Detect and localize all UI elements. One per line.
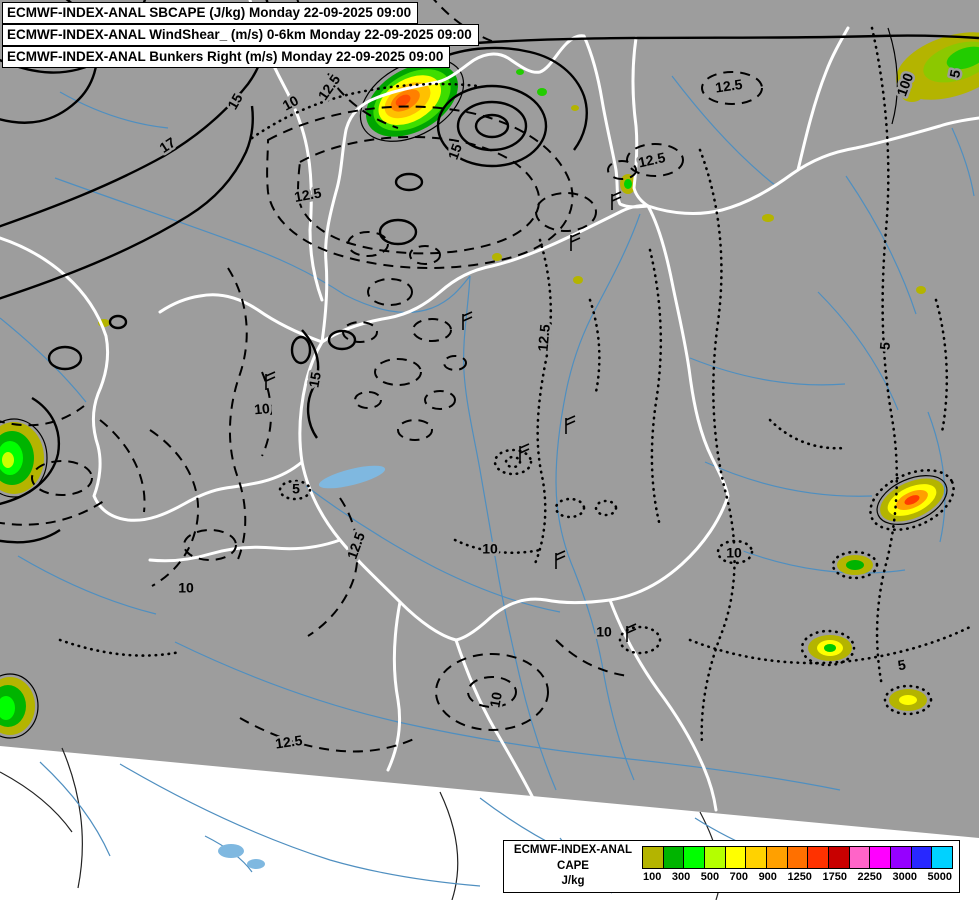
legend-model-label: ECMWF-INDEX-ANAL	[514, 843, 632, 859]
legend-parameter-label: CAPE	[557, 859, 589, 875]
legend-color-cell	[746, 847, 767, 868]
legend-text: ECMWF-INDEX-ANAL CAPE J/kg	[504, 841, 642, 892]
legend-color-cell	[891, 847, 912, 868]
legend-tick-label: 5000	[928, 871, 952, 883]
legend-tick-label: 1750	[822, 871, 846, 883]
legend-tick-labels: 100 300 500 700 900 1250 1750 2250 3000 5000	[642, 871, 953, 883]
legend-unit-label: J/kg	[561, 874, 584, 890]
contour-label: 5	[876, 341, 893, 350]
title-sbcape: ECMWF-INDEX-ANAL SBCAPE (J/kg) Monday 22…	[2, 2, 418, 24]
legend-tick-label: 700	[730, 871, 748, 883]
title-bunkers: ECMWF-INDEX-ANAL Bunkers Right (m/s) Mon…	[2, 46, 450, 68]
cape-legend: ECMWF-INDEX-ANAL CAPE J/kg 100 300 500 700 9…	[503, 840, 960, 893]
legend-color-cell	[726, 847, 747, 868]
contour-label: 10	[482, 541, 498, 557]
legend-colorbar-wrap: 100 300 500 700 900 1250 1750 2250 3000 5000	[642, 841, 959, 892]
legend-tick-label: 2250	[857, 871, 881, 883]
legend-color-cell	[664, 847, 685, 868]
contour-label: 10	[178, 580, 194, 596]
legend-color-cell	[850, 847, 871, 868]
legend-color-cell	[643, 847, 664, 868]
legend-tick-label: 900	[759, 871, 777, 883]
legend-tick-label: 300	[672, 871, 690, 883]
legend-color-cell	[808, 847, 829, 868]
weather-map-app: 17151012.512.51512.512.5510012.51510512.…	[0, 0, 979, 900]
legend-color-cell	[705, 847, 726, 868]
legend-tick-label: 500	[701, 871, 719, 883]
weather-map: 17151012.512.51512.512.5510012.51510512.…	[0, 0, 979, 900]
cape-blob-small-3	[889, 689, 927, 711]
legend-color-cell	[870, 847, 891, 868]
contour-label: 10	[726, 545, 742, 561]
legend-colorbar	[642, 846, 953, 869]
contour-label: 10	[253, 400, 270, 417]
contour-label: 15	[305, 371, 323, 389]
legend-tick-label: 100	[643, 871, 661, 883]
contour-label: 10	[596, 624, 612, 640]
legend-color-cell	[932, 847, 952, 868]
model-domain	[0, 0, 979, 838]
contour-label: 12.5	[535, 323, 553, 352]
title-windshear: ECMWF-INDEX-ANAL WindShear_ (m/s) 0-6km …	[2, 24, 479, 46]
cape-blob-small-1	[837, 555, 873, 575]
legend-tick-label: 1250	[787, 871, 811, 883]
legend-tick-label: 3000	[893, 871, 917, 883]
cape-blob-small-2	[808, 635, 852, 661]
legend-color-cell	[767, 847, 788, 868]
legend-color-cell	[684, 847, 705, 868]
legend-color-cell	[788, 847, 809, 868]
legend-color-cell	[829, 847, 850, 868]
contour-label: 10	[486, 691, 504, 709]
legend-color-cell	[912, 847, 933, 868]
contour-label: 5	[292, 481, 300, 497]
